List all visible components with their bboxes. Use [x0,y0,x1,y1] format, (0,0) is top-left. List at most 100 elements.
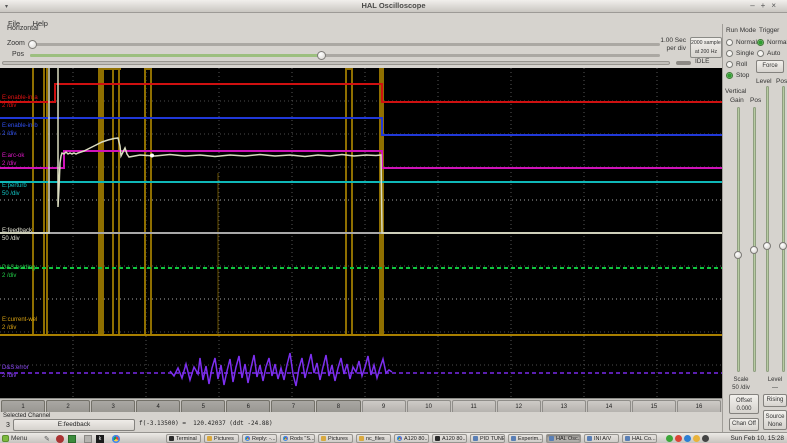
radio-icon[interactable] [726,39,733,46]
taskbar-window-button[interactable]: nc_files [356,434,391,443]
offset-button[interactable]: Offset 0.000 [729,394,759,414]
radio-label: Stop [736,72,750,79]
mint-menu-icon [2,435,9,442]
radio-label: Normal [767,39,787,46]
title-bar[interactable]: ▾ HAL Oscilloscope –+× [0,0,787,13]
files-launcher-icon[interactable] [84,434,92,443]
tray-icon[interactable] [702,434,709,442]
trigger-source-button[interactable]: Source None [763,410,787,430]
taskbar-window-title: INI A/V [594,435,612,442]
taskbar-window-button[interactable]: Reply: -... [242,434,277,443]
radio-icon[interactable] [726,72,733,79]
taskbar-window-title: Reply: -... [252,435,276,442]
radio-label: Roll [736,61,748,68]
channel-tab-14[interactable]: 14 [586,400,631,412]
taskbar-window-button[interactable]: Pictures [318,434,353,443]
scale-readout: Scale 50 /div [732,377,750,391]
window-controls[interactable]: –+× [750,1,782,10]
tray-icon[interactable] [693,434,700,442]
taskbar-window-button[interactable]: Terminal [166,434,201,443]
channel-tab-2[interactable]: 2 [46,400,91,412]
force-button[interactable]: Force [756,60,784,73]
channel-tab-7[interactable]: 7 [271,400,316,412]
run-mode-option-stop[interactable]: Stop [726,70,757,81]
menu-button[interactable]: Menu [2,434,27,443]
menu-bar: File Help [0,13,787,28]
readout-cursor-dot [150,153,154,158]
channel-tab-15[interactable]: 15 [631,400,676,412]
taskbar-window-button[interactable]: PID TUNE [470,434,505,443]
screenshot-launcher-icon[interactable]: k [96,434,104,443]
taskbar-window-button[interactable]: A120 80... [394,434,429,443]
terminal-launcher-icon[interactable] [68,434,76,443]
trigger-option-auto[interactable]: Auto [757,48,787,59]
vertical-label: Vertical [725,88,747,95]
taskbar-window-button[interactable]: A120 80... [432,434,467,443]
channel-name: E:perturb [2,183,27,189]
folder-icon [359,436,364,441]
chan-off-button[interactable]: Chan Off [729,418,759,431]
run-mode-option-single[interactable]: Single [726,48,757,59]
radio-icon[interactable] [726,50,733,57]
channel-tab-16[interactable]: 16 [676,400,721,412]
chrome-launcher-icon[interactable] [112,434,120,443]
radio-icon[interactable] [757,50,764,57]
taskbar-window-button[interactable]: Rods "S... [280,434,315,443]
channel-tab-13[interactable]: 13 [541,400,586,412]
channel-name: E:current-wel [2,317,38,323]
run-mode-option-roll[interactable]: Roll [726,59,757,70]
terminal-icon [435,436,440,441]
trigger-option-normal[interactable]: Normal [757,37,787,48]
control-panel: Run Mode Normal Single Roll Stop Trigger No… [722,24,787,432]
channel-tab-9[interactable]: 9 [361,400,406,412]
channel-tab-3[interactable]: 3 [91,400,136,412]
pos-label: Pos [12,51,25,58]
oscilloscope-screen[interactable]: E:enable-in-a 2 /div E:enable-in-b 2 /div E:… [0,68,722,398]
radio-icon[interactable] [757,39,764,46]
browser-launcher-icon[interactable] [56,434,64,443]
taskbar-window-title: HAL Co... [632,435,656,442]
close-icon[interactable]: × [771,1,782,10]
tray-icon[interactable] [684,434,691,442]
taskbar-window-button[interactable]: INI A/V [584,434,619,443]
vertical-pos-slider[interactable] [753,107,756,372]
channel-tab-5[interactable]: 5 [181,400,226,412]
maximize-icon[interactable]: + [761,1,772,10]
rising-button[interactable]: Rising [763,394,787,407]
minimize-icon[interactable]: – [750,1,760,10]
taskbar-window-button[interactable]: HAL Co... [622,434,657,443]
tray-icon[interactable] [675,434,682,442]
channel-tab-12[interactable]: 12 [496,400,541,412]
pencil-launcher-icon[interactable]: ✎ [44,435,52,443]
channel-tab-1[interactable]: 1 [1,400,46,412]
trigger-pos-slider[interactable] [782,86,785,372]
trigger-level-handle[interactable] [763,242,771,250]
radio-icon[interactable] [726,61,733,68]
trigger-level-slider[interactable] [766,86,769,372]
zoom-slider-handle[interactable] [28,40,37,49]
run-mode-group: Normal Single Roll Stop [726,37,757,81]
record-progress-bar[interactable] [2,61,670,65]
channel-tab-4[interactable]: 4 [136,400,181,412]
pos-slider-handle[interactable] [317,51,326,60]
taskbar-window-button[interactable]: Experim... [508,434,543,443]
run-mode-option-normal[interactable]: Normal [726,37,757,48]
taskbar-window-button[interactable]: Pictures [204,434,239,443]
selected-channel-button[interactable]: E:feedback [13,419,135,431]
chrome-icon [397,436,402,441]
samples-rate-button[interactable]: 2000 samples at 200 Hz [690,37,722,58]
record-progress-handle[interactable] [676,61,691,65]
channel-tab-11[interactable]: 11 [451,400,496,412]
tray-icon[interactable] [666,434,673,442]
channel-tab-8[interactable]: 8 [316,400,361,412]
trigger-pos-handle[interactable] [779,242,787,250]
taskbar-window-button[interactable]: HAL Osc... [546,434,581,443]
vertical-gain-slider[interactable] [737,107,740,372]
selected-channel-number: 3 [6,422,10,429]
channel-tab-6[interactable]: 6 [226,400,271,412]
pos-slider[interactable] [30,54,660,57]
channel-tab-10[interactable]: 10 [406,400,451,412]
zoom-slider[interactable] [30,43,660,46]
vertical-pos-handle[interactable] [750,246,758,254]
vertical-gain-handle[interactable] [734,251,742,259]
